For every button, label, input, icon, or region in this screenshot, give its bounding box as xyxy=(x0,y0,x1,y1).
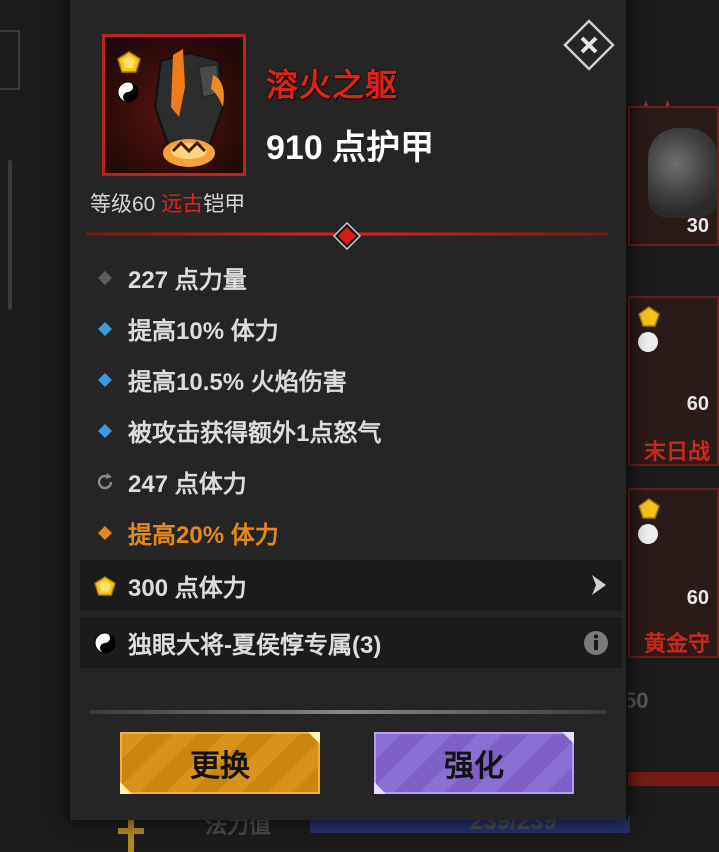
card-level: 60 xyxy=(686,587,709,609)
yin-yang-icon xyxy=(117,81,139,103)
stat-secondary: 被攻击获得额外1点怒气 xyxy=(86,405,614,456)
item-portrait xyxy=(102,34,246,176)
replace-button[interactable]: 更换 xyxy=(120,732,320,794)
ankh-icon xyxy=(118,820,144,852)
item-quality: 远古 xyxy=(161,193,204,216)
stat-secondary: 提高10.5% 火焰伤害 xyxy=(86,354,614,405)
replace-label: 更换 xyxy=(190,750,250,783)
skull-helmet-icon xyxy=(648,128,717,218)
molten-chest-armor-icon xyxy=(153,49,225,167)
stat-text: 被攻击获得额外1点怒气 xyxy=(128,420,382,447)
yin-yang-icon xyxy=(94,632,116,653)
stat-legendary: 提高20% 体力 xyxy=(86,507,614,558)
info-icon[interactable] xyxy=(582,629,610,657)
stat-text: 提高10% 体力 xyxy=(128,318,279,345)
bottom-divider xyxy=(90,710,606,714)
stat-set-bonus[interactable]: 独眼大将-夏侯惇专属(3) xyxy=(80,617,622,668)
stat-text: 227 点力量 xyxy=(128,267,247,294)
stat-reforged: 247 点体力 xyxy=(86,456,614,507)
stat-gem-socket[interactable]: 300 点体力 xyxy=(80,560,622,611)
card-name: 黄金守 xyxy=(644,631,711,656)
blue-diamond-icon xyxy=(98,423,112,438)
reroll-icon xyxy=(97,472,113,489)
gem-icon xyxy=(638,306,660,327)
blue-diamond-icon xyxy=(98,321,112,336)
stat-text: 247 点体力 xyxy=(128,471,247,498)
corner-decoration xyxy=(308,732,320,744)
background-bar xyxy=(628,772,719,786)
stat-text: 独眼大将-夏侯惇专属(3) xyxy=(128,632,382,659)
grey-diamond-icon xyxy=(98,270,112,285)
item-type-line: 等级60 远古铠甲 xyxy=(90,188,245,218)
gem-icon xyxy=(117,51,141,73)
yin-yang-icon xyxy=(638,332,658,352)
item-armor-value: 910 点护甲 xyxy=(266,129,435,167)
item-level: 等级60 xyxy=(90,193,162,216)
yin-yang-icon xyxy=(638,524,658,544)
inventory-card-3[interactable]: 60 黄金守 xyxy=(628,488,719,658)
stats-list: 227 点力量 提高10% 体力 提高10.5% 火焰伤害 被攻击获得额外1点怒… xyxy=(80,252,622,668)
item-detail-popup: 溶火之躯 910 点护甲 等级60 远古铠甲 227 点力量 提高10% 体力 … xyxy=(68,0,628,820)
chevron-right-icon[interactable] xyxy=(586,572,610,598)
stat-secondary: 提高10% 体力 xyxy=(86,303,614,354)
corner-decoration xyxy=(120,782,132,794)
upgrade-label: 强化 xyxy=(444,750,504,783)
stat-text: 提高20% 体力 xyxy=(128,522,279,549)
gem-icon xyxy=(638,498,660,519)
card-level: 60 xyxy=(686,393,709,415)
corner-decoration xyxy=(374,782,386,794)
inventory-card-1[interactable]: 30 xyxy=(628,106,719,246)
inventory-card-2[interactable]: 60 末日战 xyxy=(628,296,719,466)
close-icon[interactable] xyxy=(562,18,616,72)
item-name: 溶火之躯 xyxy=(266,67,399,103)
upgrade-button[interactable]: 强化 xyxy=(374,732,574,794)
corner-decoration xyxy=(562,732,574,744)
stat-text: 300 点体力 xyxy=(128,575,247,602)
left-scrollbar[interactable] xyxy=(8,160,12,310)
divider-diamond-icon xyxy=(333,222,361,250)
orange-diamond-icon xyxy=(98,525,112,540)
card-name: 末日战 xyxy=(644,439,711,464)
left-panel-edge xyxy=(0,30,20,90)
stat-text: 提高10.5% 火焰伤害 xyxy=(128,369,347,396)
stat-primary: 227 点力量 xyxy=(86,252,614,303)
gem-icon xyxy=(94,575,116,596)
card-level: 30 xyxy=(686,215,709,237)
item-category: 铠甲 xyxy=(203,193,246,216)
blue-diamond-icon xyxy=(98,372,112,387)
